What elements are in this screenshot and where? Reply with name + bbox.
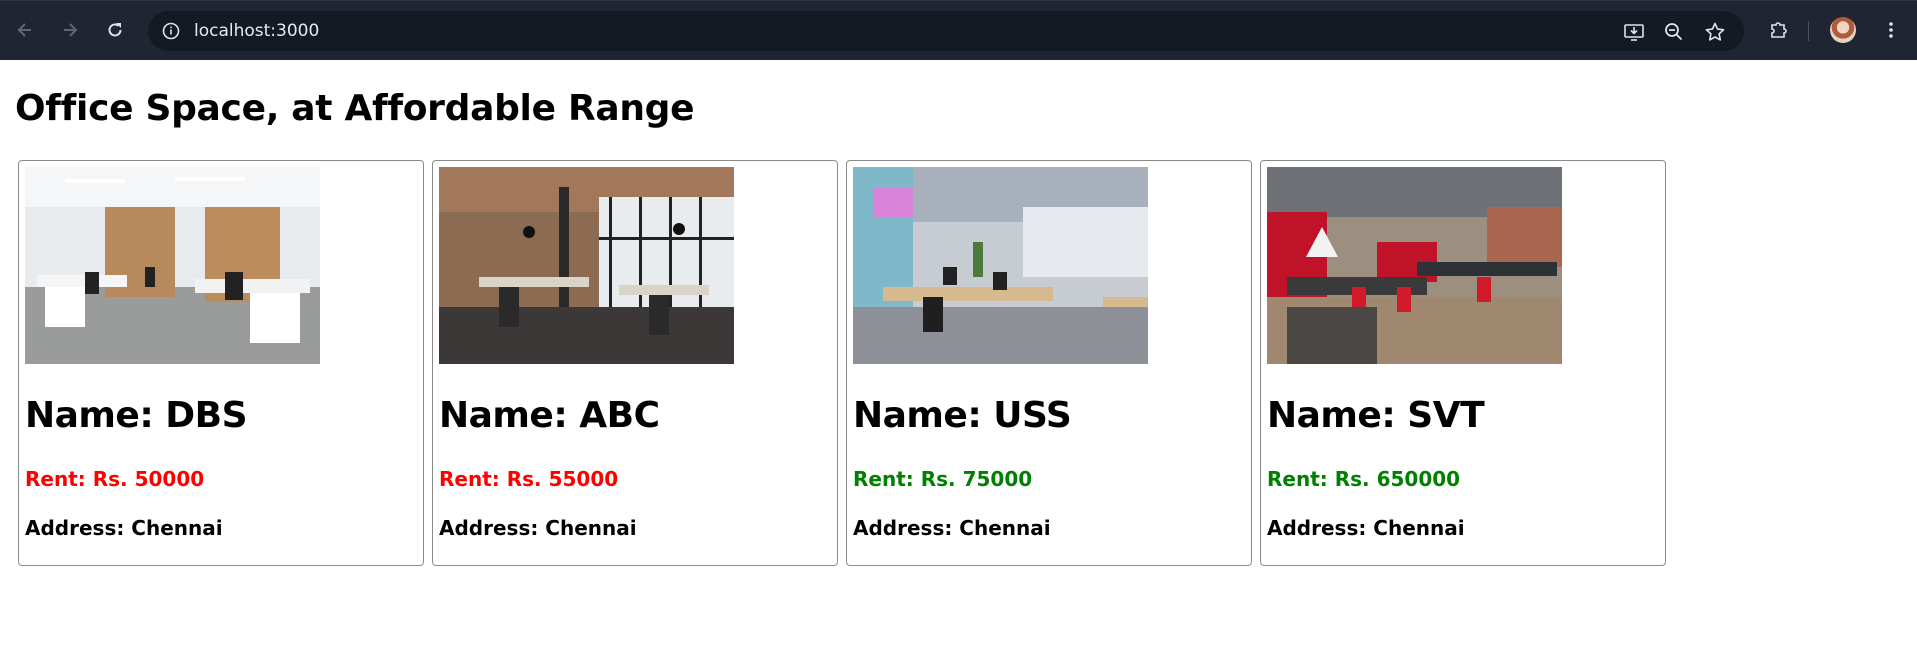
- office-image: [853, 167, 1148, 364]
- extensions-button[interactable]: [1766, 17, 1792, 43]
- office-address: Address: Chennai: [25, 516, 223, 540]
- office-address: Address: Chennai: [1267, 516, 1465, 540]
- office-image: [25, 167, 320, 364]
- office-rent: Rent: Rs. 75000: [853, 467, 1033, 491]
- office-card: Name: USS Rent: Rs. 75000 Address: Chenn…: [846, 160, 1252, 566]
- office-name: Name: SVT: [1267, 395, 1485, 436]
- office-card: Name: SVT Rent: Rs. 650000 Address: Chen…: [1260, 160, 1666, 566]
- info-icon: [162, 22, 180, 40]
- office-rent: Rent: Rs. 650000: [1267, 467, 1461, 491]
- install-app-icon: [1624, 24, 1644, 41]
- kebab-menu-icon: [1889, 22, 1893, 38]
- url-text[interactable]: localhost:3000: [194, 21, 319, 41]
- office-card: Name: ABC Rent: Rs. 55000 Address: Chenn…: [432, 160, 838, 566]
- star-icon: [1705, 22, 1725, 41]
- office-image: [439, 167, 734, 364]
- office-address: Address: Chennai: [853, 516, 1051, 540]
- office-name: Name: DBS: [25, 395, 248, 436]
- office-rent: Rent: Rs. 50000: [25, 467, 205, 491]
- zoom-icon: [1665, 23, 1683, 41]
- address-bar[interactable]: localhost:3000: [148, 11, 1744, 51]
- install-app-button[interactable]: [1622, 20, 1646, 44]
- arrow-left-icon: [17, 23, 31, 37]
- office-name: Name: ABC: [439, 395, 660, 436]
- office-card: Name: DBS Rent: Rs. 50000 Address: Chenn…: [18, 160, 424, 566]
- browser-menu-button[interactable]: [1878, 17, 1904, 43]
- site-info-button[interactable]: [160, 20, 182, 42]
- forward-button[interactable]: [55, 15, 85, 45]
- office-rent: Rent: Rs. 55000: [439, 467, 619, 491]
- browser-toolbar: localhost:3000: [0, 0, 1917, 60]
- arrow-right-icon: [64, 23, 78, 37]
- office-image: [1267, 167, 1562, 364]
- bookmark-button[interactable]: [1703, 20, 1727, 44]
- back-button[interactable]: [10, 15, 40, 45]
- page-title: Office Space, at Affordable Range: [15, 88, 695, 129]
- office-address: Address: Chennai: [439, 516, 637, 540]
- avatar[interactable]: [1830, 17, 1856, 43]
- toolbar-divider: [1808, 21, 1809, 41]
- puzzle-icon: [1771, 22, 1787, 38]
- reload-button[interactable]: [100, 15, 130, 45]
- office-name: Name: USS: [853, 395, 1072, 436]
- zoom-button[interactable]: [1662, 20, 1686, 44]
- reload-icon: [108, 23, 122, 37]
